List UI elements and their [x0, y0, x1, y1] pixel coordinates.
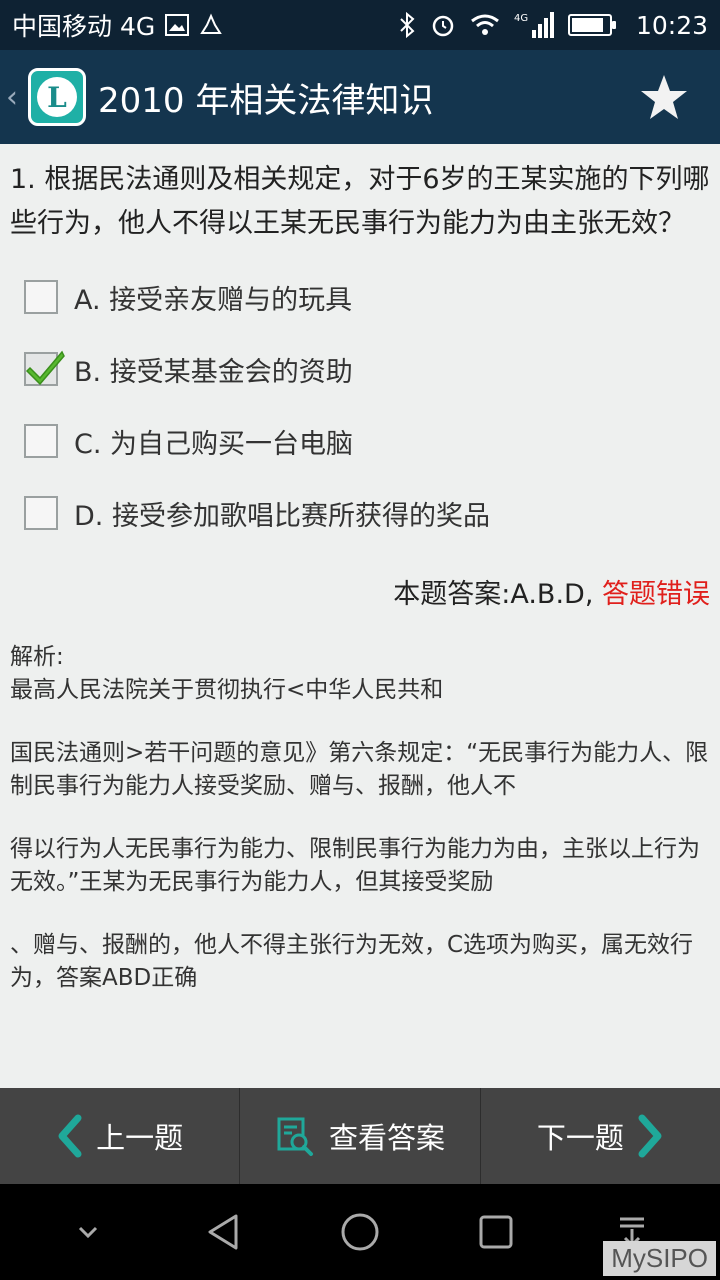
options-list: A. 接受亲友赠与的玩具 B. 接受某基金会的资助 C. 为自己购买一台电脑 D… [10, 262, 710, 548]
question-text: 1. 根据民法通则及相关规定，对于6岁的王某实施的下列哪些行为，他人不得以王某无… [10, 164, 710, 239]
view-answer-label: 查看答案 [328, 1121, 445, 1155]
collapse-nav-button[interactable] [48, 1192, 128, 1272]
image-icon [165, 14, 190, 36]
bluetooth-icon [398, 12, 416, 38]
back-button[interactable] [184, 1192, 264, 1272]
analysis-line: 得以行为人无民事行为能力、限制民事行为能力为由，主张以上行为无效。”王某为无民事… [10, 836, 700, 895]
home-button[interactable] [320, 1192, 400, 1272]
prev-label: 上一题 [96, 1121, 184, 1155]
back-chevron-icon[interactable]: ‹ [6, 80, 28, 115]
analysis-section: 解析: 最高人民法院关于贯彻执行<中华人民共和 国民法通则>若干问题的意见》第六… [10, 641, 710, 995]
signal-icon: 4G [514, 10, 554, 40]
checkbox[interactable] [24, 496, 58, 530]
star-icon [641, 75, 687, 119]
chevron-down-icon [78, 1226, 98, 1239]
analysis-heading: 解析: [10, 644, 64, 670]
option-c[interactable]: C. 为自己购买一台电脑 [10, 406, 710, 476]
analysis-line: 最高人民法院关于贯彻执行<中华人民共和 [10, 677, 444, 703]
chevron-left-icon [58, 1114, 82, 1158]
notification-icon [199, 13, 223, 37]
battery-icon [567, 14, 616, 36]
app-bar: ‹ L 2010 年相关法律知识 [0, 50, 720, 144]
option-label: C. 为自己购买一台电脑 [74, 428, 354, 460]
watermark: MySIPO [603, 1241, 716, 1276]
option-label: D. 接受参加歌唱比赛所获得的奖品 [74, 500, 490, 532]
next-question-button[interactable]: 下一题 [481, 1088, 720, 1184]
search-document-icon [277, 1117, 313, 1156]
checkbox[interactable] [24, 424, 58, 458]
analysis-line: 、赠与、报酬的，他人不得主张行为无效，C选项为购买，属无效行为，答案ABD正确 [10, 932, 694, 991]
option-d[interactable]: D. 接受参加歌唱比赛所获得的奖品 [10, 478, 710, 548]
svg-text:4G: 4G [514, 13, 528, 24]
system-nav-bar: MySIPO [0, 1184, 720, 1280]
answer-text: 本题答案:A.B.D, [393, 579, 594, 610]
result-badge: 答题错误 [602, 579, 710, 610]
next-label: 下一题 [536, 1121, 624, 1155]
checkbox-checked[interactable] [24, 350, 65, 386]
action-bar: 上一题 查看答案 下一题 [0, 1088, 720, 1184]
option-label: B. 接受某基金会的资助 [74, 356, 353, 388]
app-logo[interactable]: L [28, 68, 86, 126]
carrier-label: 中国移动 4G [12, 12, 156, 41]
status-bar: 中国移动 4G 4G 10:23 [0, 0, 720, 50]
view-answer-button[interactable]: 查看答案 [240, 1088, 481, 1184]
answer-line: 本题答案:A.B.D, 答题错误 [10, 572, 710, 611]
home-circle-icon [341, 1213, 379, 1251]
option-a[interactable]: A. 接受亲友赠与的玩具 [10, 262, 710, 332]
clock: 10:23 [635, 10, 708, 40]
checkmark-icon [25, 350, 65, 386]
checkbox[interactable] [24, 280, 58, 314]
prev-question-button[interactable]: 上一题 [0, 1088, 241, 1184]
favorite-star-button[interactable] [624, 57, 704, 137]
recents-button[interactable] [456, 1192, 536, 1272]
question-content: 1. 根据民法通则及相关规定，对于6岁的王某实施的下列哪些行为，他人不得以王某无… [0, 144, 720, 1088]
option-b[interactable]: B. 接受某基金会的资助 [10, 334, 710, 404]
alarm-icon [430, 12, 456, 38]
option-label: A. 接受亲友赠与的玩具 [74, 284, 353, 316]
back-triangle-icon [208, 1214, 238, 1250]
analysis-line: 国民法通则>若干问题的意见》第六条规定：“无民事行为能力人、限制民事行为能力人接… [10, 740, 709, 799]
page-title: 2010 年相关法律知识 [98, 80, 434, 121]
chevron-right-icon [638, 1114, 662, 1158]
recents-square-icon [479, 1215, 513, 1249]
wifi-icon [470, 13, 500, 37]
